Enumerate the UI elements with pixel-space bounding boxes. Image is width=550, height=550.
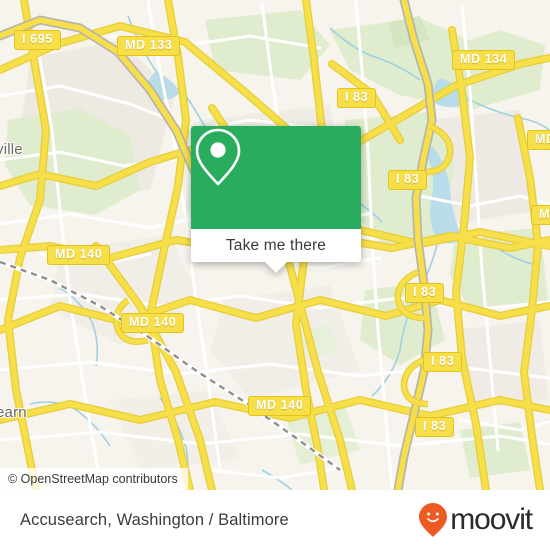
- brand-name: moovit: [450, 503, 533, 536]
- shield-md-right-upper[interactable]: MD: [527, 130, 550, 150]
- place-label-ville: ville: [0, 141, 23, 158]
- map-canvas[interactable]: ville earn I 695 MD 133 MD 134 I 83 MD I…: [0, 0, 550, 490]
- attribution-text: © OpenStreetMap contributors: [8, 472, 178, 486]
- shield-i-83-upper[interactable]: I 83: [388, 170, 428, 190]
- location-pin-icon: [195, 128, 241, 186]
- place-label-earn: earn: [0, 404, 27, 421]
- location-title: Accusearch, Washington / Baltimore: [20, 510, 289, 529]
- map-screenshot: ville earn I 695 MD 133 MD 134 I 83 MD I…: [0, 0, 550, 550]
- shield-md-right-lower[interactable]: MD: [531, 205, 550, 225]
- shield-md-140-south[interactable]: MD 140: [248, 396, 312, 416]
- shield-i-83-north[interactable]: I 83: [337, 88, 377, 108]
- shield-i-695[interactable]: I 695: [14, 30, 61, 50]
- footer-bar: Accusearch, Washington / Baltimore moovi…: [0, 490, 550, 550]
- callout-image-area: [191, 126, 361, 229]
- moovit-logo[interactable]: moovit: [418, 502, 533, 538]
- moovit-smiley-pin-icon: [419, 503, 448, 537]
- map-attribution[interactable]: © OpenStreetMap contributors: [0, 468, 188, 490]
- take-me-there-button[interactable]: Take me there: [191, 229, 361, 262]
- shield-md-133[interactable]: MD 133: [117, 36, 181, 56]
- shield-i-83-lower[interactable]: I 83: [423, 352, 463, 372]
- callout-tail-pointer: [264, 261, 288, 273]
- shield-md-140-center[interactable]: MD 140: [121, 313, 185, 333]
- location-callout-card[interactable]: Take me there: [191, 126, 361, 273]
- shield-i-83-bottom[interactable]: I 83: [415, 417, 455, 437]
- shield-md-134[interactable]: MD 134: [452, 50, 516, 70]
- shield-i-83-mid[interactable]: I 83: [405, 283, 445, 303]
- shield-md-140-west[interactable]: MD 140: [47, 245, 111, 265]
